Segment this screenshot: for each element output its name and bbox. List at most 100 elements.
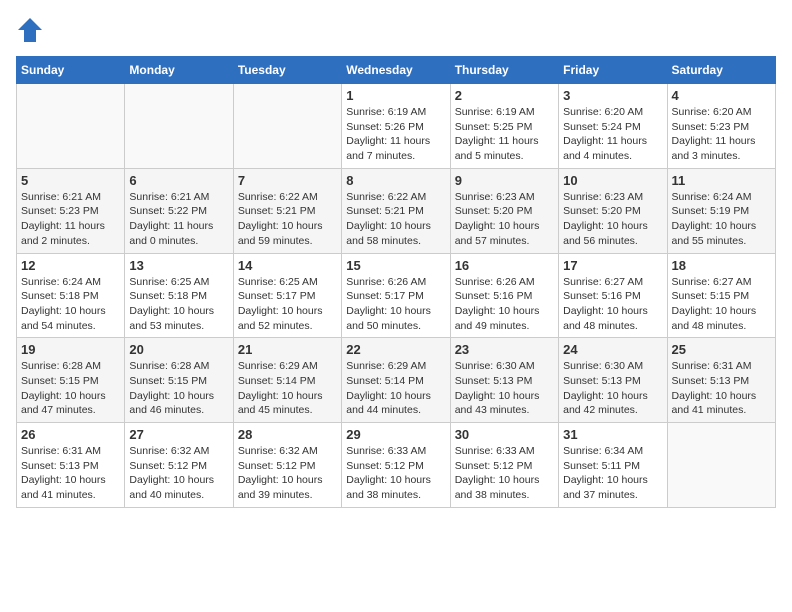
calendar-day: 29 Sunrise: 6:33 AM Sunset: 5:12 PM Dayli…: [342, 423, 450, 508]
calendar-day: 8 Sunrise: 6:22 AM Sunset: 5:21 PM Daylig…: [342, 168, 450, 253]
day-number: 8: [346, 173, 445, 188]
calendar-day: 1 Sunrise: 6:19 AM Sunset: 5:26 PM Daylig…: [342, 84, 450, 169]
calendar-day: 30Sunrise: 6:33 AM Sunset: 5:12 PM Dayli…: [450, 423, 558, 508]
calendar-day: 6 Sunrise: 6:21 AM Sunset: 5:22 PM Daylig…: [125, 168, 233, 253]
day-header-monday: Monday: [125, 57, 233, 84]
calendar-day: 16 Sunrise: 6:26 AM Sunset: 5:16 PM Dayli…: [450, 253, 558, 338]
day-number: 20: [129, 342, 228, 357]
day-info: Sunrise: 6:32 AM Sunset: 5:12 PM Dayligh…: [238, 444, 337, 503]
calendar-day: [233, 84, 341, 169]
day-number: 18: [672, 258, 771, 273]
calendar-day: 2 Sunrise: 6:19 AM Sunset: 5:25 PM Daylig…: [450, 84, 558, 169]
day-info: Sunrise: 6:24 AM Sunset: 5:18 PM Dayligh…: [21, 275, 120, 334]
day-number: 3: [563, 88, 662, 103]
day-number: 19: [21, 342, 120, 357]
day-info: Sunrise: 6:32 AM Sunset: 5:12 PM Dayligh…: [129, 444, 228, 503]
calendar-day: 19 Sunrise: 6:28 AM Sunset: 5:15 PM Dayli…: [17, 338, 125, 423]
calendar-day: 5Sunrise: 6:21 AM Sunset: 5:23 PM Daylig…: [17, 168, 125, 253]
calendar-day: [125, 84, 233, 169]
calendar-day: 17 Sunrise: 6:27 AM Sunset: 5:16 PM Dayli…: [559, 253, 667, 338]
day-number: 4: [672, 88, 771, 103]
calendar-day: 20 Sunrise: 6:28 AM Sunset: 5:15 PM Dayli…: [125, 338, 233, 423]
day-info: Sunrise: 6:29 AM Sunset: 5:14 PM Dayligh…: [346, 359, 445, 418]
day-number: 22: [346, 342, 445, 357]
day-number: 27: [129, 427, 228, 442]
day-number: 17: [563, 258, 662, 273]
day-info: Sunrise: 6:22 AM Sunset: 5:21 PM Dayligh…: [238, 190, 337, 249]
calendar-week-row: 12Sunrise: 6:24 AM Sunset: 5:18 PM Dayli…: [17, 253, 776, 338]
day-number: 2: [455, 88, 554, 103]
calendar-day: 28 Sunrise: 6:32 AM Sunset: 5:12 PM Dayli…: [233, 423, 341, 508]
day-info: Sunrise: 6:30 AM Sunset: 5:13 PM Dayligh…: [455, 359, 554, 418]
calendar-week-row: 26Sunrise: 6:31 AM Sunset: 5:13 PM Dayli…: [17, 423, 776, 508]
day-number: 15: [346, 258, 445, 273]
day-info: Sunrise: 6:26 AM Sunset: 5:17 PM Dayligh…: [346, 275, 445, 334]
day-info: Sunrise: 6:29 AM Sunset: 5:14 PM Dayligh…: [238, 359, 337, 418]
calendar-day: 23 Sunrise: 6:30 AM Sunset: 5:13 PM Dayli…: [450, 338, 558, 423]
page-header: [16, 16, 776, 44]
day-info: Sunrise: 6:22 AM Sunset: 5:21 PM Dayligh…: [346, 190, 445, 249]
day-info: Sunrise: 6:20 AM Sunset: 5:23 PM Dayligh…: [672, 105, 771, 164]
day-info: Sunrise: 6:31 AM Sunset: 5:13 PM Dayligh…: [672, 359, 771, 418]
calendar-header-row: SundayMondayTuesdayWednesdayThursdayFrid…: [17, 57, 776, 84]
calendar-day: 21 Sunrise: 6:29 AM Sunset: 5:14 PM Dayli…: [233, 338, 341, 423]
day-number: 14: [238, 258, 337, 273]
day-number: 5: [21, 173, 120, 188]
day-number: 21: [238, 342, 337, 357]
calendar-week-row: 5Sunrise: 6:21 AM Sunset: 5:23 PM Daylig…: [17, 168, 776, 253]
calendar-day: 27 Sunrise: 6:32 AM Sunset: 5:12 PM Dayli…: [125, 423, 233, 508]
day-info: Sunrise: 6:21 AM Sunset: 5:22 PM Dayligh…: [129, 190, 228, 249]
day-info: Sunrise: 6:31 AM Sunset: 5:13 PM Dayligh…: [21, 444, 120, 503]
calendar-day: 12Sunrise: 6:24 AM Sunset: 5:18 PM Dayli…: [17, 253, 125, 338]
calendar-day: 4 Sunrise: 6:20 AM Sunset: 5:23 PM Daylig…: [667, 84, 775, 169]
day-info: Sunrise: 6:27 AM Sunset: 5:15 PM Dayligh…: [672, 275, 771, 334]
day-info: Sunrise: 6:27 AM Sunset: 5:16 PM Dayligh…: [563, 275, 662, 334]
day-info: Sunrise: 6:25 AM Sunset: 5:17 PM Dayligh…: [238, 275, 337, 334]
day-number: 28: [238, 427, 337, 442]
day-header-saturday: Saturday: [667, 57, 775, 84]
day-number: 25: [672, 342, 771, 357]
calendar-table: SundayMondayTuesdayWednesdayThursdayFrid…: [16, 56, 776, 508]
day-number: 6: [129, 173, 228, 188]
calendar-day: 18 Sunrise: 6:27 AM Sunset: 5:15 PM Dayli…: [667, 253, 775, 338]
calendar-day: 26Sunrise: 6:31 AM Sunset: 5:13 PM Dayli…: [17, 423, 125, 508]
calendar-day: [667, 423, 775, 508]
calendar-day: 15 Sunrise: 6:26 AM Sunset: 5:17 PM Dayli…: [342, 253, 450, 338]
calendar-day: 7 Sunrise: 6:22 AM Sunset: 5:21 PM Daylig…: [233, 168, 341, 253]
day-info: Sunrise: 6:34 AM Sunset: 5:11 PM Dayligh…: [563, 444, 662, 503]
day-info: Sunrise: 6:23 AM Sunset: 5:20 PM Dayligh…: [455, 190, 554, 249]
day-info: Sunrise: 6:30 AM Sunset: 5:13 PM Dayligh…: [563, 359, 662, 418]
day-number: 10: [563, 173, 662, 188]
logo-icon: [16, 16, 44, 44]
day-number: 9: [455, 173, 554, 188]
day-info: Sunrise: 6:19 AM Sunset: 5:25 PM Dayligh…: [455, 105, 554, 164]
day-number: 1: [346, 88, 445, 103]
calendar-day: 24 Sunrise: 6:30 AM Sunset: 5:13 PM Dayli…: [559, 338, 667, 423]
day-info: Sunrise: 6:26 AM Sunset: 5:16 PM Dayligh…: [455, 275, 554, 334]
day-info: Sunrise: 6:19 AM Sunset: 5:26 PM Dayligh…: [346, 105, 445, 164]
day-number: 16: [455, 258, 554, 273]
day-info: Sunrise: 6:28 AM Sunset: 5:15 PM Dayligh…: [129, 359, 228, 418]
day-number: 29: [346, 427, 445, 442]
calendar-day: 11 Sunrise: 6:24 AM Sunset: 5:19 PM Dayli…: [667, 168, 775, 253]
day-info: Sunrise: 6:28 AM Sunset: 5:15 PM Dayligh…: [21, 359, 120, 418]
day-number: 24: [563, 342, 662, 357]
calendar-day: [17, 84, 125, 169]
day-number: 30: [455, 427, 554, 442]
day-number: 31: [563, 427, 662, 442]
day-header-sunday: Sunday: [17, 57, 125, 84]
calendar-day: 9 Sunrise: 6:23 AM Sunset: 5:20 PM Daylig…: [450, 168, 558, 253]
day-number: 23: [455, 342, 554, 357]
calendar-day: 3Sunrise: 6:20 AM Sunset: 5:24 PM Daylig…: [559, 84, 667, 169]
calendar-day: 14 Sunrise: 6:25 AM Sunset: 5:17 PM Dayli…: [233, 253, 341, 338]
day-header-tuesday: Tuesday: [233, 57, 341, 84]
day-info: Sunrise: 6:24 AM Sunset: 5:19 PM Dayligh…: [672, 190, 771, 249]
day-number: 11: [672, 173, 771, 188]
day-number: 13: [129, 258, 228, 273]
calendar-day: 10Sunrise: 6:23 AM Sunset: 5:20 PM Dayli…: [559, 168, 667, 253]
day-info: Sunrise: 6:33 AM Sunset: 5:12 PM Dayligh…: [346, 444, 445, 503]
day-number: 7: [238, 173, 337, 188]
day-header-thursday: Thursday: [450, 57, 558, 84]
calendar-week-row: 1 Sunrise: 6:19 AM Sunset: 5:26 PM Daylig…: [17, 84, 776, 169]
calendar-day: 25 Sunrise: 6:31 AM Sunset: 5:13 PM Dayli…: [667, 338, 775, 423]
